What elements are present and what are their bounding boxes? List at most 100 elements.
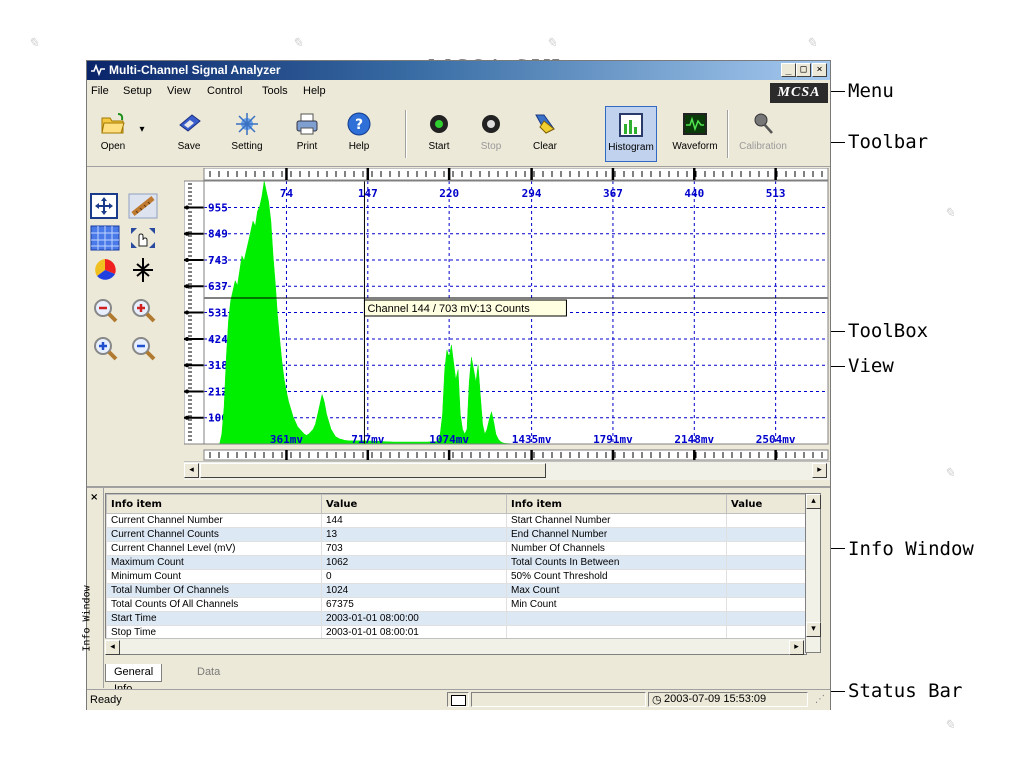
scroll-right-arrow-icon[interactable]: ▸	[812, 463, 827, 478]
calibration-label: Calibration	[739, 141, 787, 152]
menu-setup[interactable]: Setup	[123, 85, 152, 97]
table-cell: End Channel Number	[506, 527, 727, 542]
resize-grip-icon[interactable]: ⋰	[815, 694, 825, 705]
table-cell: Current Channel Level (mV)	[106, 541, 322, 556]
histogram-chart[interactable]: 74 147 220 294 367 440 513 955 849 743 637 531 424 31…	[184, 168, 830, 461]
toolbar-separator	[727, 110, 729, 158]
watermark-mark: ✎	[944, 206, 955, 221]
zoom-in-x-icon[interactable]	[127, 296, 159, 324]
scroll-down-arrow-icon[interactable]: ▾	[806, 622, 821, 637]
title-bar[interactable]: Multi-Channel Signal Analyzer _ □ ×	[87, 61, 830, 80]
waveform-button[interactable]: Waveform	[669, 106, 721, 162]
scroll-up-arrow-icon[interactable]: ▴	[806, 494, 821, 509]
open-button[interactable]: Open	[91, 106, 135, 162]
plot-horizontal-scrollbar[interactable]: ◂ ▸	[184, 461, 830, 480]
table-row[interactable]: Total Counts Of All Channels 67375 Min Cou…	[106, 597, 806, 612]
table-cell: 144	[321, 513, 507, 528]
ruler-marker	[185, 363, 189, 368]
info-window-title: Info Window	[81, 585, 93, 652]
table-row[interactable]: Start Time 2003-01-01 08:00:00	[106, 611, 806, 626]
status-text: Ready	[90, 694, 122, 706]
color-wheel-icon[interactable]	[89, 256, 121, 284]
table-row[interactable]: Maximum Count 1062 Total Counts In Between	[106, 555, 806, 570]
zoom-y-in-icon[interactable]	[89, 334, 121, 362]
table-cell: Total Counts Of All Channels	[106, 597, 322, 612]
save-label: Save	[177, 141, 201, 152]
table-cell	[726, 569, 806, 584]
table-row[interactable]: Total Number Of Channels 1024 Max Count	[106, 583, 806, 598]
y-tick-label: 424	[208, 333, 228, 346]
menu-view[interactable]: View	[167, 85, 191, 97]
column-header-value[interactable]: Value	[726, 494, 806, 514]
table-row[interactable]: Current Channel Counts 13 End Channel Numb…	[106, 527, 806, 542]
table-cell	[506, 611, 727, 626]
table-cell	[726, 555, 806, 570]
table-row[interactable]: Minimum Count 0 50% Count Threshold	[106, 569, 806, 584]
x-top-tick-label: 74	[280, 187, 294, 200]
column-header-value[interactable]: Value	[321, 494, 507, 514]
x-top-tick-label: 220	[439, 187, 459, 200]
calibration-button[interactable]: Calibration	[735, 106, 791, 162]
histogram-button[interactable]: Histogram	[605, 106, 657, 162]
column-header-info-item[interactable]: Info item	[506, 494, 727, 514]
table-cell: 13	[321, 527, 507, 542]
annotation-menu: Menu	[848, 80, 894, 102]
table-cell: 1024	[321, 583, 507, 598]
ruler-icon[interactable]	[127, 192, 159, 220]
scroll-right-arrow-icon[interactable]: ▸	[789, 640, 804, 655]
menu-help[interactable]: Help	[303, 85, 326, 97]
table-cell	[726, 513, 806, 528]
collapse-vertical-icon[interactable]	[127, 256, 159, 284]
table-row[interactable]: Current Channel Level (mV) 703 Number Of C…	[106, 541, 806, 556]
menu-control[interactable]: Control	[207, 85, 242, 97]
table-cell: Start Time	[106, 611, 322, 626]
close-icon[interactable]: ×	[90, 492, 98, 503]
grid-toggle-icon[interactable]	[89, 224, 121, 252]
table-cell: Start Channel Number	[506, 513, 727, 528]
tab-general-info[interactable]: General Info	[105, 664, 163, 695]
clear-button[interactable]: Clear	[523, 106, 567, 162]
setting-button[interactable]: Setting	[221, 106, 273, 162]
folder-open-icon	[101, 113, 125, 134]
scroll-left-arrow-icon[interactable]: ◂	[184, 463, 199, 478]
help-icon: ?	[347, 112, 371, 136]
help-button[interactable]: ? Help	[337, 106, 381, 162]
stop-button[interactable]: Stop	[469, 106, 513, 162]
x-top-tick-label: 147	[358, 187, 378, 200]
start-button[interactable]: Start	[417, 106, 461, 162]
minimize-button[interactable]: _	[781, 63, 796, 77]
zoom-y-out-icon[interactable]	[127, 334, 159, 362]
maximize-button[interactable]: □	[796, 63, 811, 77]
scroll-thumb[interactable]	[200, 463, 546, 478]
grid-horizontal-scrollbar[interactable]: ◂ ▸	[105, 638, 805, 655]
save-button[interactable]: Save	[167, 106, 211, 162]
open-dropdown-button[interactable]: ▾	[135, 106, 149, 162]
grid-vertical-scrollbar[interactable]: ▴ ▾	[805, 493, 821, 653]
y-tick-label: 531	[208, 307, 228, 320]
ruler-marker	[185, 310, 189, 315]
menu-file[interactable]: File	[91, 85, 109, 97]
info-grid[interactable]: Info item Value Info item Value Current …	[105, 493, 807, 655]
zoom-out-x-icon[interactable]	[89, 296, 121, 324]
pushpin-calibration-icon	[754, 113, 773, 134]
start-icon	[430, 115, 448, 133]
scroll-left-arrow-icon[interactable]: ◂	[105, 640, 120, 655]
histogram-label: Histogram	[608, 142, 654, 153]
disk-save-icon	[179, 114, 201, 132]
tab-data[interactable]: Data	[189, 664, 228, 681]
menu-tools[interactable]: Tools	[262, 85, 288, 97]
table-row[interactable]: Current Channel Number 144 Start Channel N…	[106, 513, 806, 528]
column-header-info-item[interactable]: Info item	[106, 494, 322, 514]
print-label: Print	[296, 141, 318, 152]
table-cell: Number Of Channels	[506, 541, 727, 556]
printer-icon	[296, 113, 318, 135]
table-cell	[726, 611, 806, 626]
watermark-mark: ✎	[944, 718, 955, 733]
hand-expand-icon[interactable]	[127, 224, 159, 252]
print-button[interactable]: Print	[285, 106, 329, 162]
ruler-marker	[185, 415, 189, 420]
move-arrows-icon[interactable]	[89, 192, 121, 220]
table-cell	[726, 541, 806, 556]
close-button[interactable]: ×	[812, 63, 827, 77]
table-cell: Total Counts In Between	[506, 555, 727, 570]
